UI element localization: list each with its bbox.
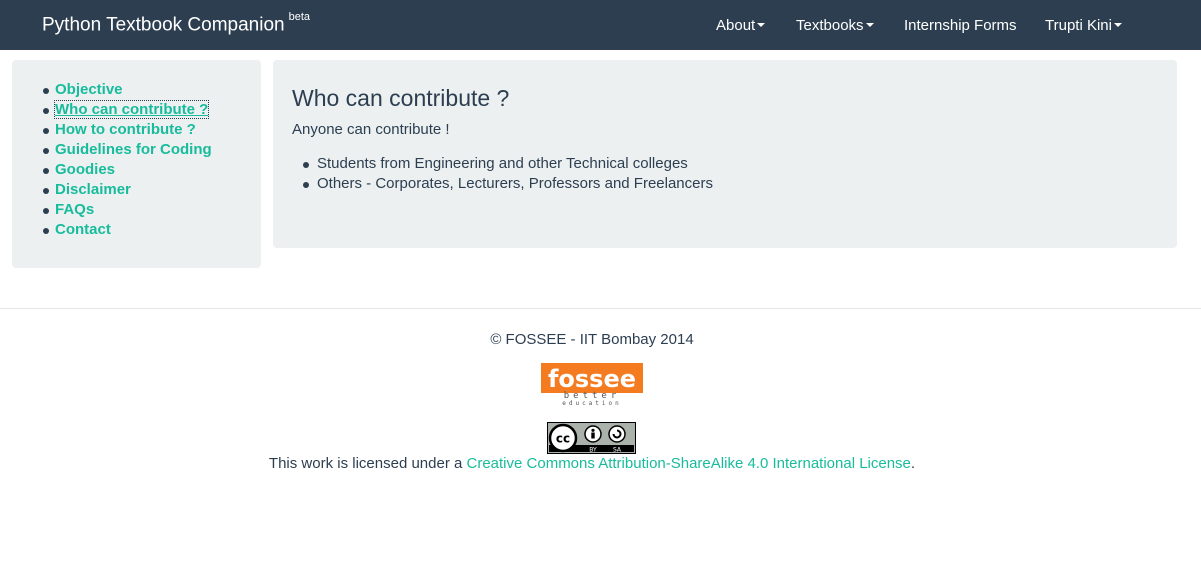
sidebar-link-guidelines[interactable]: Guidelines for Coding [55,141,212,158]
caret-down-icon [757,23,766,27]
sidebar-item-guidelines: Guidelines for Coding [43,140,212,160]
sidebar-link-disclaimer[interactable]: Disclaimer [55,181,131,198]
bullet-icon [43,228,49,234]
bullet-icon [43,148,49,154]
nav-textbooks[interactable]: Textbooks [796,17,874,34]
nav-textbooks-label: Textbooks [796,17,864,34]
sidebar-link-faqs[interactable]: FAQs [55,201,94,218]
top-navbar: Python Textbook Companion beta About Text… [0,0,1201,50]
brand-link[interactable]: Python Textbook Companion beta [42,11,311,36]
bullet-icon [303,162,309,168]
bullet-icon [43,208,49,214]
sidebar-item-goodies: Goodies [43,160,212,180]
sidebar-item-disclaimer: Disclaimer [43,180,212,200]
bullet-icon [303,182,309,188]
page-title: Who can contribute ? [292,85,510,111]
nav-internship-forms[interactable]: Internship Forms [904,17,1017,34]
sidebar-link-objective[interactable]: Objective [55,81,123,98]
list-item-text: Others - Corporates, Lecturers, Professo… [317,175,713,192]
sidebar-item-who-can-contribute: Who can contribute ? [43,100,212,120]
svg-text:cc: cc [556,432,570,446]
cc-by-sa-badge[interactable]: cc BY SA [547,422,636,454]
bullet-icon [43,108,49,114]
license-link[interactable]: Creative Commons Attribution-ShareAlike … [467,455,911,472]
nav-user-menu[interactable]: Trupti Kini [1045,17,1122,34]
sidebar-item-how-to-contribute: How to contribute ? [43,120,212,140]
sidebar-link-contact[interactable]: Contact [55,221,111,238]
badge-sa-label: SA [613,447,622,454]
list-item: Students from Engineering and other Tech… [303,154,713,174]
sidebar-panel: Objective Who can contribute ? How to co… [12,60,261,268]
sidebar-link-how-to-contribute[interactable]: How to contribute ? [55,121,196,138]
logo-wordmark: fossee [548,365,636,393]
sidebar-item-objective: Objective [43,80,212,100]
list-item-text: Students from Engineering and other Tech… [317,155,688,172]
sidebar-link-goodies[interactable]: Goodies [55,161,115,178]
license-prefix: This work is licensed under a [268,455,467,472]
contributor-list: Students from Engineering and other Tech… [303,154,713,194]
license-suffix: . [910,455,916,472]
sidebar-list: Objective Who can contribute ? How to co… [43,80,212,240]
brand-title: Python Textbook Companion [42,14,285,36]
nav-about-label: About [716,17,756,34]
share-alike-icon [608,425,626,443]
caret-down-icon [1113,23,1122,27]
intro-text: Anyone can contribute ! [292,121,450,138]
caret-down-icon [865,23,874,27]
logo-tagline-2: education [562,400,622,405]
nav-about[interactable]: About [716,17,766,34]
badge-by-label: BY [589,447,597,454]
sidebar-item-contact: Contact [43,220,212,240]
bullet-icon [43,128,49,134]
bullet-icon [43,188,49,194]
nav-user-name: Trupti Kini [1045,17,1112,34]
list-item: Others - Corporates, Lecturers, Professo… [303,174,713,194]
copyright-text: © FOSSEE - IIT Bombay 2014 [490,331,694,348]
footer-divider [0,308,1201,309]
nav-internship-forms-label: Internship Forms [904,17,1017,34]
sidebar-link-who-can-contribute[interactable]: Who can contribute ? [53,100,210,119]
content-panel: Who can contribute ? Anyone can contribu… [273,60,1177,248]
beta-badge: beta [288,11,311,23]
bullet-icon [43,88,49,94]
fossee-logo[interactable]: fossee better education [541,363,643,405]
license-text: This work is licensed under a Creative C… [0,455,1184,472]
bullet-icon [43,168,49,174]
sidebar-item-faqs: FAQs [43,200,212,220]
